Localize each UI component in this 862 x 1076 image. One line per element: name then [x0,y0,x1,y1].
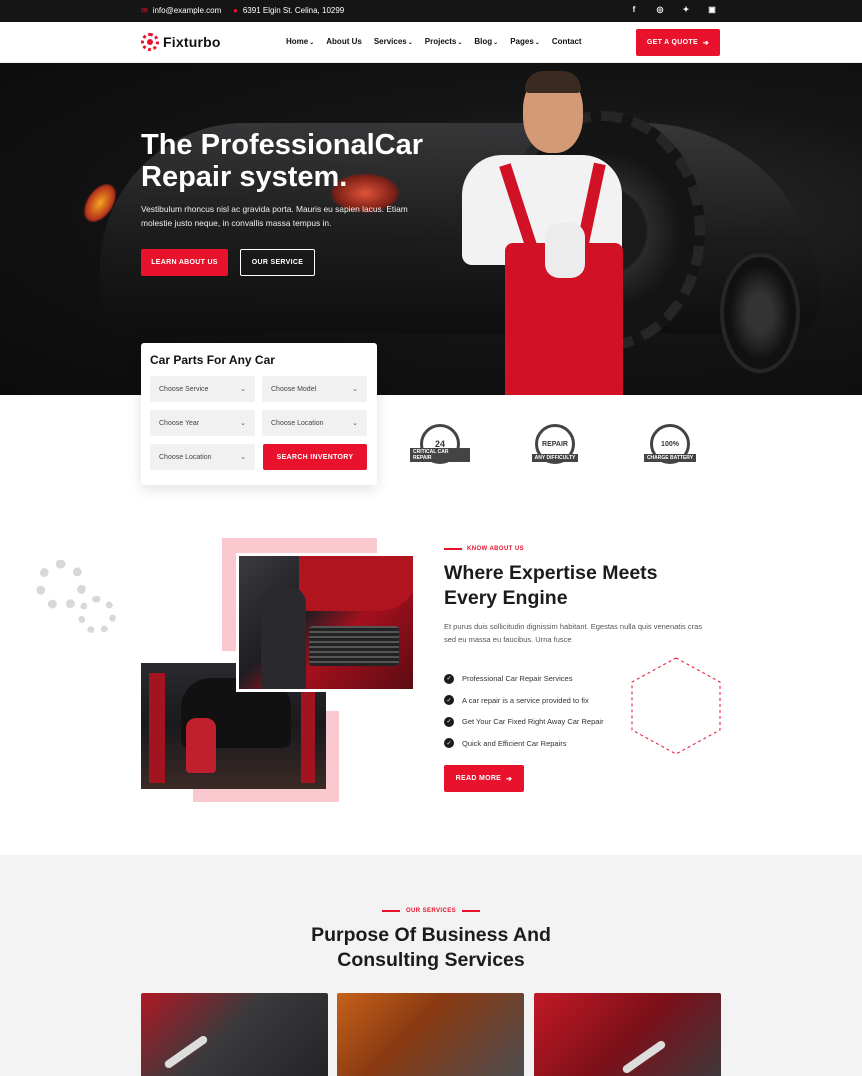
lift-post [149,673,165,783]
chevron-down-icon: ⌄ [352,420,358,427]
services-eyebrow: OUR SERVICES [0,908,862,914]
chevron-down-icon: ⌄ [352,386,358,393]
chevron-down-icon: ⌄ [493,40,499,46]
list-item: ✓ Quick and Efficient Car Repairs [444,733,604,755]
services-title: Purpose Of Business And Consulting Servi… [311,924,551,971]
mechanic-photo [236,553,416,692]
chevron-down-icon: ⌄ [240,420,246,427]
list-item: ✓ A car repair is a service provided to f… [444,690,604,712]
about-title: Where Expertise Meets Every Engine [444,562,658,609]
badge-repair: REPAIR ANY DIFFICULTY [525,420,585,468]
chevron-down-icon: ⌄ [457,40,463,46]
car-wheel [720,253,800,373]
eyebrow-line [381,910,400,912]
choose-year-select[interactable]: Choose Year ⌄ [150,410,255,436]
hero-section: The ProfessionalCar Repair system. Vesti… [0,63,862,395]
arrow-right-icon: ➔ [506,775,513,783]
decorative-gears [36,560,118,640]
top-bar: ✉ info@example.com ● 6391 Elgin St. Celi… [0,0,862,22]
nav-item-about[interactable]: About Us [326,37,362,46]
nav-item-services[interactable]: Services⌄ [374,37,413,46]
hero-title: The ProfessionalCar Repair system. [141,129,424,193]
choose-model-select[interactable]: Choose Model ⌄ [262,376,367,402]
facebook-icon[interactable]: f [629,5,639,14]
check-icon: ✓ [444,738,454,749]
about-eyebrow: KNOW ABOUT US [444,546,524,552]
feature-list: ✓ Professional Car Repair Services ✓ A car… [444,668,604,754]
mechanic-glove [545,223,585,278]
service-card[interactable] [337,993,524,1076]
instagram-icon[interactable]: ◎ [655,5,665,14]
car-grill [309,626,399,666]
chevron-down-icon: ⌄ [240,454,246,461]
worker [186,718,216,773]
wrench-image [621,1039,667,1075]
check-icon: ✓ [444,673,454,684]
nav-item-pages[interactable]: Pages⌄ [510,37,540,46]
gear-icon [36,560,86,610]
read-more-button[interactable]: READ MORE ➔ [444,765,524,792]
email-info[interactable]: ✉ info@example.com [141,6,221,15]
logo[interactable]: Fixturbo [141,33,221,51]
check-icon: ✓ [444,716,454,727]
hexagon-decor [631,657,721,755]
chevron-down-icon: ⌄ [407,40,413,46]
eyebrow-line [462,910,481,912]
check-icon: ✓ [444,695,454,706]
main-nav: Home⌄ About Us Services⌄ Projects⌄ Blog⌄… [286,37,582,46]
car-hood [299,556,413,611]
get-quote-button[interactable]: GET A QUOTE ➔ [636,29,720,56]
lift-post [301,688,315,783]
nav-item-home[interactable]: Home⌄ [286,37,314,46]
eyebrow-line [444,548,462,550]
service-card[interactable] [534,993,721,1076]
site-header: Fixturbo Home⌄ About Us Services⌄ Projec… [0,22,862,63]
search-inventory-button[interactable]: SEARCH INVENTORY [263,444,367,470]
nav-item-contact[interactable]: Contact [552,37,582,46]
twitter-icon[interactable]: ✦ [681,5,691,14]
parts-form-title: Car Parts For Any Car [150,353,275,367]
email-text[interactable]: info@example.com [153,6,222,15]
learn-about-button[interactable]: LEARN ABOUT US [141,249,228,276]
nav-item-blog[interactable]: Blog⌄ [474,37,498,46]
badge-battery: 100% CHARGE BATTERY [640,420,700,468]
choose-service-select[interactable]: Choose Service ⌄ [150,376,255,402]
choose-location-select[interactable]: Choose Location ⌄ [262,410,367,436]
list-item: ✓ Get Your Car Fixed Right Away Car Repai… [444,711,604,733]
brand-name: Fixturbo [163,34,221,50]
social-links: f ◎ ✦ ▣ [629,5,717,14]
email-icon: ✉ [141,6,148,15]
location-pin-icon: ● [233,6,238,15]
address-info: ● 6391 Elgin St. Celina, 10299 [233,6,344,15]
linkedin-icon[interactable]: ▣ [707,5,717,14]
about-description: Et purus duis sollicitudin dignissim hab… [444,622,703,644]
tool-image [163,1034,209,1070]
gear-icon [78,596,116,634]
arrow-right-icon: ➔ [702,39,710,47]
badge-24-repair: 24 CRITICAL CAR REPAIR [410,420,470,468]
service-card[interactable] [141,993,328,1076]
address-text: 6391 Elgin St. Celina, 10299 [242,6,345,15]
mechanic-hair [525,71,581,93]
mechanic [261,586,306,689]
chevron-down-icon: ⌄ [240,386,246,393]
list-item: ✓ Professional Car Repair Services [444,668,604,690]
logo-gear-icon [141,33,159,51]
nav-item-projects[interactable]: Projects⌄ [425,37,463,46]
hero-subtitle: Vestibulum rhoncus nisl ac gravida porta… [141,204,408,228]
services-section: OUR SERVICES Purpose Of Business And Con… [0,855,862,1076]
chevron-down-icon: ⌄ [534,40,540,46]
choose-location-select-2[interactable]: Choose Location ⌄ [150,444,255,470]
car-parts-form: Car Parts For Any Car Choose Service ⌄ Ch… [141,343,377,485]
chevron-down-icon: ⌄ [309,40,315,46]
our-service-button[interactable]: OUR SERVICE [240,249,315,276]
